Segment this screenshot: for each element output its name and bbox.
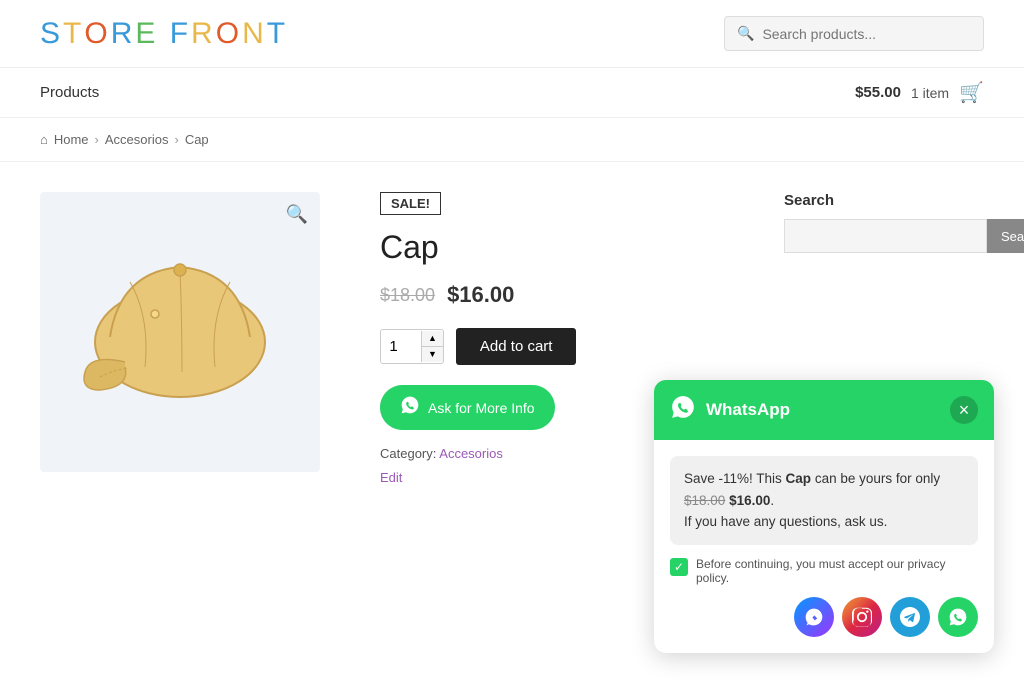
check-icon: ✓ xyxy=(674,560,684,574)
whatsapp-popup-header: WhatsApp × xyxy=(654,380,994,440)
qty-up-button[interactable]: ▲ xyxy=(421,331,443,347)
search-icon: 🔍 xyxy=(737,25,754,42)
qty-cart-row: 1 ▲ ▼ Add to cart xyxy=(380,328,724,365)
nav-products-link[interactable]: Products xyxy=(40,84,99,101)
breadcrumb-sep2: › xyxy=(174,132,178,147)
ask-more-info-label: Ask for More Info xyxy=(428,400,535,416)
category-link[interactable]: Accesorios xyxy=(439,446,503,461)
breadcrumb: ⌂ Home › Accesorios › Cap xyxy=(0,118,1024,162)
navbar: Products $55.00 1 item 🛒 xyxy=(0,68,1024,118)
cart-icon[interactable]: 🛒 xyxy=(959,80,984,105)
edit-link[interactable]: Edit xyxy=(380,470,402,485)
whatsapp-popup-body: Save -11%! This Cap can be yours for onl… xyxy=(654,440,994,653)
home-icon: ⌂ xyxy=(40,132,48,147)
instagram-button[interactable] xyxy=(842,597,882,637)
sidebar-search-input[interactable] xyxy=(784,219,987,253)
qty-down-button[interactable]: ▼ xyxy=(421,347,443,362)
social-buttons xyxy=(670,597,978,637)
zoom-icon[interactable]: 🔍 xyxy=(286,204,308,225)
price-area: $18.00 $16.00 xyxy=(380,282,724,308)
whatsapp-circle-icon xyxy=(400,395,420,420)
old-price: $18.00 xyxy=(380,285,435,306)
header: STORE FRONT 🔍 xyxy=(0,0,1024,68)
whatsapp-header-left: WhatsApp xyxy=(670,394,790,426)
cart-area: $55.00 1 item 🛒 xyxy=(855,80,984,105)
privacy-checkbox[interactable]: ✓ xyxy=(670,558,688,576)
whatsapp-close-button[interactable]: × xyxy=(950,396,978,424)
new-price: $16.00 xyxy=(447,282,514,308)
logo: STORE FRONT xyxy=(40,17,288,51)
breadcrumb-current: Cap xyxy=(185,132,209,147)
breadcrumb-sep1: › xyxy=(95,132,99,147)
product-image xyxy=(70,232,290,432)
quantity-spinners: ▲ ▼ xyxy=(421,331,443,362)
ask-more-info-button[interactable]: Ask for More Info xyxy=(380,385,555,430)
search-input[interactable] xyxy=(762,26,971,42)
sidebar-search-row: Search xyxy=(784,219,984,253)
telegram-button[interactable] xyxy=(890,597,930,637)
whatsapp-title: WhatsApp xyxy=(706,400,790,420)
sidebar-search-title: Search xyxy=(784,192,984,209)
sidebar-search-button[interactable]: Search xyxy=(987,219,1024,253)
quantity-field[interactable]: 1 xyxy=(381,330,421,363)
sale-badge: SALE! xyxy=(380,192,441,215)
breadcrumb-category[interactable]: Accesorios xyxy=(105,132,169,147)
privacy-text: Before continuing, you must accept our p… xyxy=(696,557,978,585)
quantity-input[interactable]: 1 ▲ ▼ xyxy=(380,329,444,364)
whatsapp-header-icon xyxy=(670,394,696,426)
add-to-cart-button[interactable]: Add to cart xyxy=(456,328,577,365)
wp-msg-line1: Save -11%! This Cap can be yours for onl… xyxy=(684,471,940,529)
product-title: Cap xyxy=(380,229,724,266)
product-image-area: 🔍 xyxy=(40,192,320,472)
whatsapp-social-button[interactable] xyxy=(938,597,978,637)
whatsapp-message: Save -11%! This Cap can be yours for onl… xyxy=(670,456,978,545)
whatsapp-privacy-row: ✓ Before continuing, you must accept our… xyxy=(670,557,978,585)
whatsapp-popup: WhatsApp × Save -11%! This Cap can be yo… xyxy=(654,380,994,653)
cart-count: 1 item xyxy=(911,85,949,101)
cart-price: $55.00 xyxy=(855,84,901,101)
breadcrumb-home[interactable]: Home xyxy=(54,132,89,147)
header-search-bar[interactable]: 🔍 xyxy=(724,16,984,51)
messenger-button[interactable] xyxy=(794,597,834,637)
